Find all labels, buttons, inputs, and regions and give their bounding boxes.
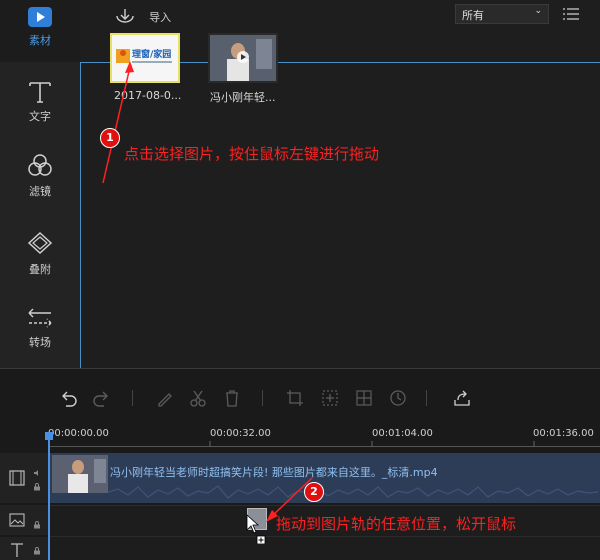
lock-icon[interactable] (33, 547, 41, 555)
filter-select-value: 所有 (462, 9, 484, 22)
chevron-down-icon: ⌄ (534, 6, 542, 16)
panel-divider (0, 368, 600, 369)
annotation-text-2: 拖动到图片轨的任意位置，松开鼠标 (276, 515, 517, 533)
mosaic-icon[interactable] (354, 388, 374, 408)
import-label: 导入 (149, 10, 172, 24)
scissors-icon[interactable] (188, 388, 208, 408)
sidebar-item-label: 文字 (29, 110, 51, 123)
filter-icon (28, 154, 52, 176)
toolbar-separator (262, 390, 263, 406)
annotation-arrow-1 (102, 61, 134, 184)
sidebar-item-filter[interactable]: 滤镜 (0, 153, 80, 199)
playhead-handle[interactable] (45, 432, 53, 440)
speed-clock-icon[interactable] (388, 388, 408, 408)
speaker-icon[interactable] (33, 469, 41, 477)
import-icon (116, 8, 134, 23)
transition-icon (28, 308, 52, 328)
ruler-label: 00:00:00.00 (48, 428, 109, 439)
annotation-badge-1: 1 (100, 128, 120, 148)
trash-icon[interactable] (222, 388, 242, 408)
export-icon[interactable] (452, 388, 472, 408)
media-library-panel (80, 62, 600, 368)
image-icon (9, 513, 25, 527)
filter-select[interactable]: 所有 ⌄ (455, 4, 549, 24)
overlay-icon (27, 231, 53, 255)
redo-icon[interactable] (92, 388, 112, 408)
sidebar-item-label: 滤镜 (29, 185, 51, 198)
menu-list-icon (563, 8, 579, 20)
undo-icon[interactable] (58, 388, 78, 408)
toolbar-separator (132, 390, 133, 406)
annotation-text-1: 点击选择图片，按住鼠标左键进行拖动 (124, 145, 380, 163)
media-item-video[interactable] (208, 33, 278, 83)
ruler-label: 00:00:32.00 (210, 428, 271, 439)
sidebar-item-label: 转场 (29, 336, 51, 349)
ruler-label: 00:01:04.00 (372, 428, 433, 439)
audio-waveform (108, 485, 598, 499)
timeline-ruler[interactable] (48, 441, 600, 447)
sidebar-item-media[interactable]: 素材 (0, 6, 80, 48)
sidebar-item-label: 素材 (29, 34, 51, 47)
text-icon (11, 543, 23, 557)
sidebar-item-overlay[interactable]: 叠附 (0, 231, 80, 277)
crop-icon[interactable] (285, 388, 305, 408)
ruler-label: 00:01:36.00 (533, 428, 594, 439)
list-view-button[interactable] (563, 6, 579, 25)
playhead[interactable] (45, 432, 53, 560)
image-track-header (0, 505, 48, 535)
text-track[interactable] (48, 537, 600, 560)
annotation-badge-2: 2 (304, 482, 324, 502)
video-thumbnail (210, 35, 276, 81)
text-icon (29, 82, 51, 103)
lock-icon[interactable] (33, 483, 41, 491)
sidebar-item-label: 叠附 (29, 263, 51, 276)
import-button[interactable]: 导入 (114, 6, 171, 26)
media-icon (28, 7, 52, 27)
pen-icon[interactable] (155, 388, 175, 408)
zoom-icon[interactable] (320, 388, 340, 408)
toolbar-separator (426, 390, 427, 406)
text-track-header (0, 537, 48, 560)
video-clip-thumbnail (52, 455, 108, 493)
video-track-header (0, 453, 48, 503)
film-icon (9, 470, 25, 486)
media-item-label: 冯小刚年轻... (210, 91, 276, 104)
sidebar-item-text[interactable]: 文字 (0, 80, 80, 124)
lock-icon[interactable] (33, 521, 41, 529)
sidebar-item-transition[interactable]: 转场 (0, 306, 80, 350)
